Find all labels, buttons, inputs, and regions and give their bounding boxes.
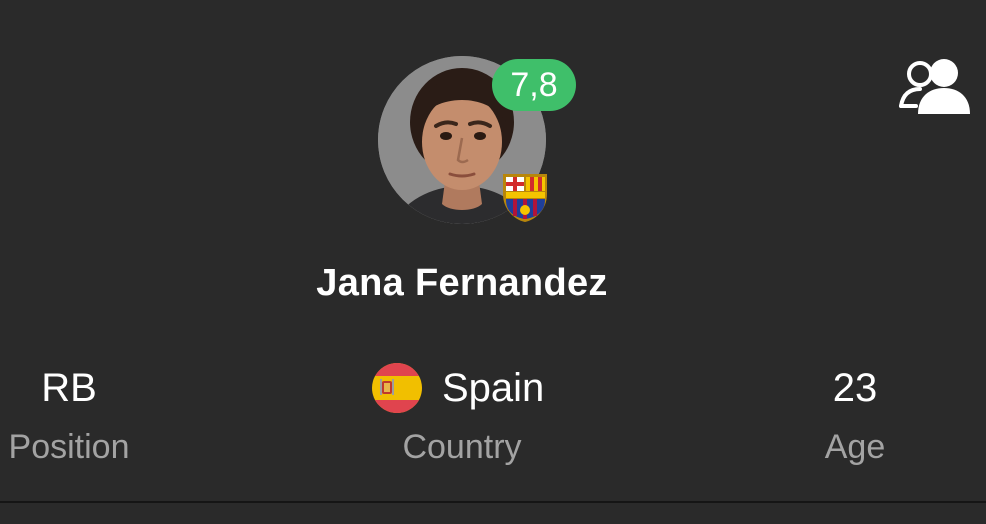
- player-name: Jana Fernandez: [316, 262, 608, 304]
- people-icon: [899, 59, 970, 114]
- spain-flag-icon: [372, 363, 422, 413]
- country-label: Country: [402, 428, 522, 466]
- age-label: Age: [824, 428, 886, 466]
- player-header: 7,8 Jana Fernandez RB Position Spain Cou…: [0, 0, 986, 524]
- country-value: Spain: [442, 366, 545, 410]
- content-area: [0, 503, 986, 524]
- club-crest-icon: [499, 170, 551, 224]
- rating-badge: 7,8: [492, 59, 576, 111]
- compare-players-button[interactable]: [898, 56, 974, 118]
- age-value: 23: [832, 366, 878, 410]
- position-value: RB: [41, 366, 97, 410]
- position-label: Position: [8, 428, 130, 466]
